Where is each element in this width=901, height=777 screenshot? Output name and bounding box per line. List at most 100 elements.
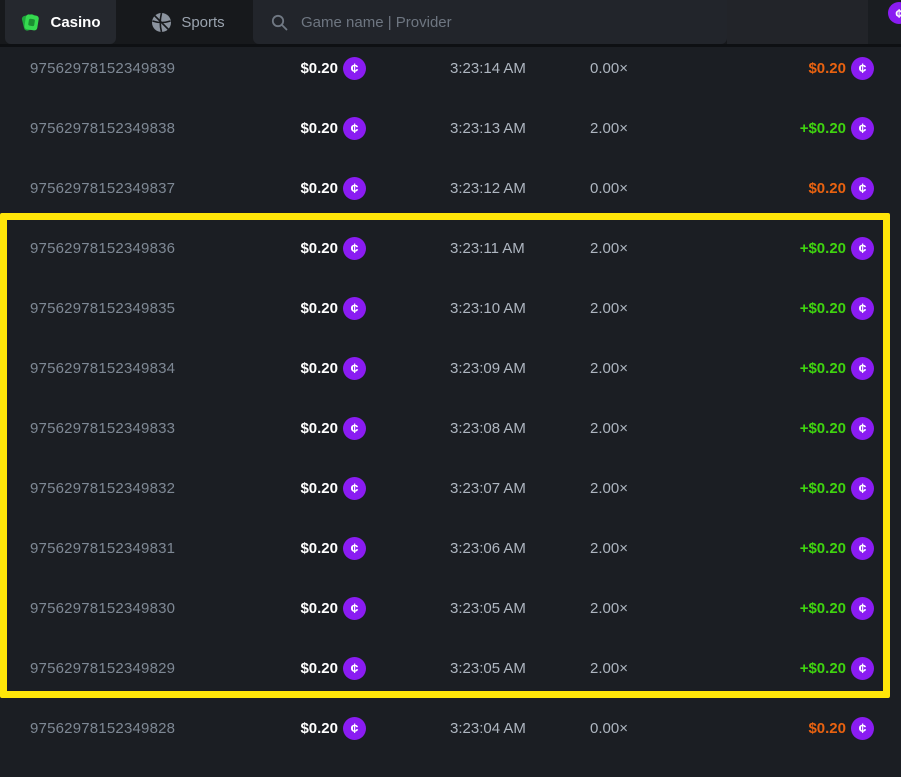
bet-amount-cell: $0.20 ¢ xyxy=(280,297,366,320)
bet-time-cell: 3:23:13 AM xyxy=(450,120,560,137)
payout-cell: +$0.20 ¢ xyxy=(680,597,874,620)
multiplier-cell: 2.00× xyxy=(590,120,680,137)
payout-cell: +$0.20 ¢ xyxy=(680,237,874,260)
multiplier-cell: 0.00× xyxy=(590,60,680,77)
table-row[interactable]: 97562978152349836 $0.20 ¢ 3:23:11 AM 2.0… xyxy=(0,218,901,278)
payout-value: +$0.20 xyxy=(800,360,846,377)
bet-id-cell[interactable]: 97562978152349828 xyxy=(30,720,280,737)
bet-amount-cell: $0.20 ¢ xyxy=(280,477,366,500)
currency-coin-icon: ¢ xyxy=(343,477,366,500)
bet-amount-value: $0.20 xyxy=(300,180,338,197)
bet-id-cell[interactable]: 97562978152349829 xyxy=(30,660,280,677)
bet-id-cell[interactable]: 97562978152349832 xyxy=(30,480,280,497)
currency-coin-icon: ¢ xyxy=(851,717,874,740)
game-search-bar[interactable] xyxy=(253,0,727,44)
currency-coin-icon: ¢ xyxy=(851,57,874,80)
bet-amount-cell: $0.20 ¢ xyxy=(280,597,366,620)
game-search-input[interactable] xyxy=(299,13,683,32)
table-row[interactable]: 97562978152349837 $0.20 ¢ 3:23:12 AM 0.0… xyxy=(0,158,901,218)
payout-cell: +$0.20 ¢ xyxy=(680,297,874,320)
payout-cell: +$0.20 ¢ xyxy=(680,537,874,560)
bet-id-cell[interactable]: 97562978152349830 xyxy=(30,600,280,617)
multiplier-cell: 0.00× xyxy=(590,180,680,197)
tab-sports-label: Sports xyxy=(181,14,224,31)
bet-amount-value: $0.20 xyxy=(300,660,338,677)
currency-coin-icon: ¢ xyxy=(343,297,366,320)
bet-id-cell[interactable]: 97562978152349835 xyxy=(30,300,280,317)
payout-cell: +$0.20 ¢ xyxy=(680,417,874,440)
multiplier-cell: 2.00× xyxy=(590,420,680,437)
bet-time-cell: 3:23:07 AM xyxy=(450,480,560,497)
payout-value: +$0.20 xyxy=(800,300,846,317)
payout-value: $0.20 xyxy=(808,60,846,77)
currency-coin-icon: ¢ xyxy=(851,597,874,620)
payout-cell: $0.20 ¢ xyxy=(680,177,874,200)
multiplier-cell: 2.00× xyxy=(590,540,680,557)
table-row[interactable]: 97562978152349832 $0.20 ¢ 3:23:07 AM 2.0… xyxy=(0,458,901,518)
multiplier-cell: 2.00× xyxy=(590,660,680,677)
payout-cell: +$0.20 ¢ xyxy=(680,357,874,380)
currency-coin-icon: ¢ xyxy=(851,537,874,560)
bet-id-cell[interactable]: 97562978152349833 xyxy=(30,420,280,437)
payout-cell: +$0.20 ¢ xyxy=(680,117,874,140)
bet-time-cell: 3:23:04 AM xyxy=(450,720,560,737)
bet-amount-value: $0.20 xyxy=(300,600,338,617)
bet-amount-cell: $0.20 ¢ xyxy=(280,357,366,380)
bet-id-cell[interactable]: 97562978152349838 xyxy=(30,120,280,137)
tab-sports[interactable]: Sports xyxy=(128,0,248,44)
tab-casino[interactable]: Casino xyxy=(5,0,116,44)
currency-coin-icon: ¢ xyxy=(343,717,366,740)
bet-id-cell[interactable]: 97562978152349836 xyxy=(30,240,280,257)
bet-id-cell[interactable]: 97562978152349834 xyxy=(30,360,280,377)
table-row[interactable]: 97562978152349830 $0.20 ¢ 3:23:05 AM 2.0… xyxy=(0,578,901,638)
bet-amount-cell: $0.20 ¢ xyxy=(280,657,366,680)
table-row[interactable]: 97562978152349834 $0.20 ¢ 3:23:09 AM 2.0… xyxy=(0,338,901,398)
table-row[interactable]: 97562978152349839 $0.20 ¢ 3:23:14 AM 0.0… xyxy=(0,38,901,98)
payout-value: +$0.20 xyxy=(800,660,846,677)
search-icon xyxy=(271,14,288,31)
table-row[interactable]: 97562978152349833 $0.20 ¢ 3:23:08 AM 2.0… xyxy=(0,398,901,458)
payout-value: +$0.20 xyxy=(800,420,846,437)
bet-time-cell: 3:23:06 AM xyxy=(450,540,560,557)
payout-cell: $0.20 ¢ xyxy=(680,717,874,740)
multiplier-cell: 2.00× xyxy=(590,300,680,317)
bet-amount-value: $0.20 xyxy=(300,240,338,257)
payout-value: $0.20 xyxy=(808,180,846,197)
multiplier-cell: 2.00× xyxy=(590,360,680,377)
table-row[interactable]: 97562978152349831 $0.20 ¢ 3:23:06 AM 2.0… xyxy=(0,518,901,578)
table-row[interactable]: 97562978152349838 $0.20 ¢ 3:23:13 AM 2.0… xyxy=(0,98,901,158)
currency-coin-icon: ¢ xyxy=(851,657,874,680)
currency-coin-icon: ¢ xyxy=(343,597,366,620)
currency-coin-icon: ¢ xyxy=(851,357,874,380)
basketball-icon xyxy=(151,12,172,33)
multiplier-cell: 2.00× xyxy=(590,240,680,257)
currency-coin-icon: ¢ xyxy=(851,417,874,440)
payout-value: +$0.20 xyxy=(800,240,846,257)
bet-amount-cell: $0.20 ¢ xyxy=(280,57,366,80)
bet-amount-cell: $0.20 ¢ xyxy=(280,417,366,440)
currency-coin-icon: ¢ xyxy=(851,237,874,260)
bet-amount-cell: $0.20 ¢ xyxy=(280,237,366,260)
payout-value: +$0.20 xyxy=(800,600,846,617)
table-row[interactable]: 97562978152349828 $0.20 ¢ 3:23:04 AM 0.0… xyxy=(0,698,901,758)
bet-id-cell[interactable]: 97562978152349837 xyxy=(30,180,280,197)
bet-time-cell: 3:23:05 AM xyxy=(450,600,560,617)
payout-cell: +$0.20 ¢ xyxy=(680,477,874,500)
currency-coin-icon: ¢ xyxy=(851,477,874,500)
bet-time-cell: 3:23:05 AM xyxy=(450,660,560,677)
bet-history-table: 97562978152349839 $0.20 ¢ 3:23:14 AM 0.0… xyxy=(0,38,901,758)
bet-id-cell[interactable]: 97562978152349831 xyxy=(30,540,280,557)
currency-coin-icon: ¢ xyxy=(343,657,366,680)
bet-amount-value: $0.20 xyxy=(300,360,338,377)
bet-amount-value: $0.20 xyxy=(300,540,338,557)
currency-coin-icon: ¢ xyxy=(851,177,874,200)
bet-id-cell[interactable]: 97562978152349839 xyxy=(30,60,280,77)
table-row[interactable]: 97562978152349835 $0.20 ¢ 3:23:10 AM 2.0… xyxy=(0,278,901,338)
currency-coin-icon: ¢ xyxy=(343,537,366,560)
bet-time-cell: 3:23:10 AM xyxy=(450,300,560,317)
bet-time-cell: 3:23:08 AM xyxy=(450,420,560,437)
payout-cell: +$0.20 ¢ xyxy=(680,657,874,680)
table-row[interactable]: 97562978152349829 $0.20 ¢ 3:23:05 AM 2.0… xyxy=(0,638,901,698)
payout-cell: $0.20 ¢ xyxy=(680,57,874,80)
payout-value: +$0.20 xyxy=(800,120,846,137)
